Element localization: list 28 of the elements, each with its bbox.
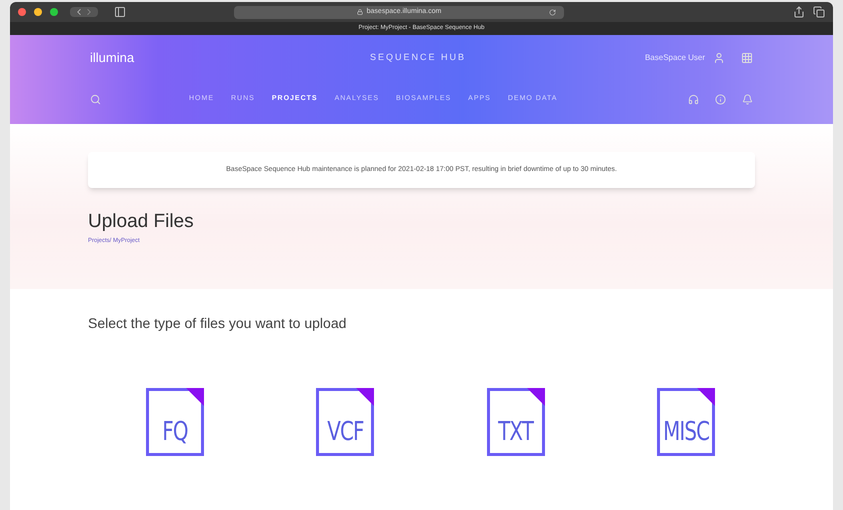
file-type-button[interactable]: FQ (146, 388, 204, 456)
sidebar-icon[interactable] (114, 6, 126, 18)
maximize-icon[interactable] (50, 8, 58, 16)
lock-icon (356, 9, 363, 15)
product-name: SEQUENCE HUB (370, 51, 466, 64)
headset-icon[interactable] (688, 94, 699, 104)
user-name[interactable]: BaseSpace User (644, 52, 705, 64)
apps-grid-icon[interactable] (741, 52, 753, 64)
info-icon[interactable] (715, 94, 726, 104)
minimize-icon[interactable] (34, 8, 42, 16)
user-icon[interactable] (713, 52, 725, 64)
search-icon[interactable] (90, 94, 101, 104)
folded-corner-icon (186, 388, 204, 406)
bell-icon[interactable] (742, 94, 753, 104)
file-type-button[interactable]: TXT (486, 388, 545, 456)
tabs-icon[interactable] (813, 6, 825, 18)
upload-prompt: Select the type of files you want to upload (88, 314, 348, 333)
logo[interactable]: illumina (90, 48, 290, 68)
folded-corner-icon (696, 388, 715, 406)
file-type-button[interactable]: VCF (316, 388, 374, 456)
share-icon[interactable] (793, 6, 805, 18)
folded-corner-icon (356, 388, 374, 406)
file-type-button[interactable]: MISC (656, 388, 715, 456)
page-title: Upload Files (88, 210, 195, 234)
close-icon[interactable] (18, 8, 26, 16)
folded-corner-icon (526, 388, 545, 406)
nav-buttons[interactable] (70, 7, 98, 17)
reload-icon[interactable] (549, 8, 556, 16)
